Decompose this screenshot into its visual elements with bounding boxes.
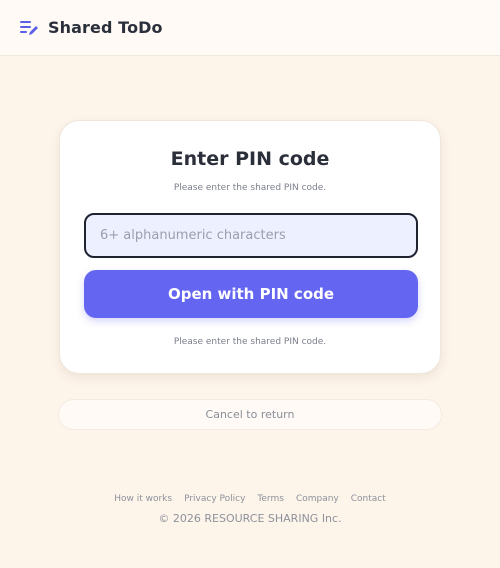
footer-link-privacy-policy[interactable]: Privacy Policy [184, 494, 245, 504]
pin-card: Enter PIN code Please enter the shared P… [59, 120, 441, 374]
footer-link-how-it-works[interactable]: How it works [114, 494, 172, 504]
pin-input[interactable] [84, 213, 418, 258]
card-subtitle: Please enter the shared PIN code. [173, 183, 327, 193]
app-header: Shared ToDo [0, 0, 500, 56]
list-edit-icon [19, 19, 39, 37]
footer-link-company[interactable]: Company [296, 494, 339, 504]
copyright: © 2026 RESOURCE SHARING Inc. [158, 512, 342, 525]
card-hint: Please enter the shared PIN code. [173, 337, 327, 347]
cancel-button[interactable]: Cancel to return [58, 399, 442, 430]
footer-link-contact[interactable]: Contact [351, 494, 386, 504]
open-with-pin-button[interactable]: Open with PIN code [84, 270, 418, 318]
app-title: Shared ToDo [48, 18, 163, 37]
footer-link-terms[interactable]: Terms [257, 494, 284, 504]
card-title: Enter PIN code [170, 148, 330, 170]
footer-links: How it works Privacy Policy Terms Compan… [0, 494, 500, 504]
